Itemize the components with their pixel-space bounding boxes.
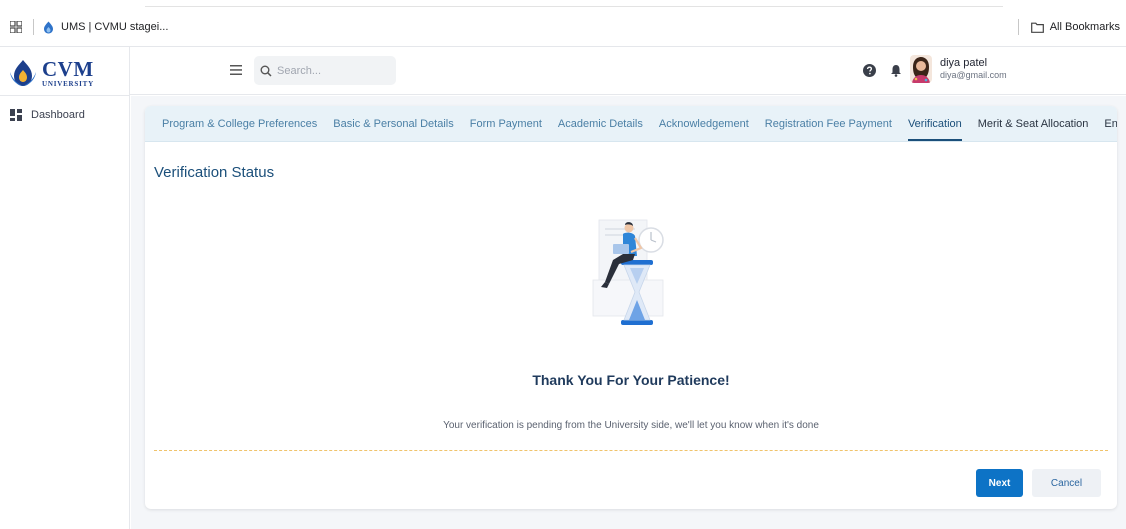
sidebar-divider: [0, 95, 130, 96]
verification-card: Program & College Preferences Basic & Pe…: [145, 106, 1117, 509]
bookmark-ums[interactable]: UMS | CVMU stagei...: [42, 17, 168, 37]
logo-subtext: UNIVERSITY: [42, 79, 94, 88]
dashboard-icon: [10, 109, 22, 121]
tab-academic-details[interactable]: Academic Details: [550, 106, 651, 142]
avatar[interactable]: [910, 55, 932, 83]
main-area: Program & College Preferences Basic & Pe…: [131, 96, 1126, 529]
bookmarks-separator: [33, 19, 34, 35]
tab-verification[interactable]: Verification: [900, 106, 970, 142]
bookmarks-right-separator: [1017, 19, 1019, 35]
help-icon[interactable]: [863, 64, 876, 77]
browser-topline: [145, 6, 1003, 7]
pending-message: Your verification is pending from the Un…: [443, 420, 819, 431]
bookmark-label: UMS | CVMU stagei...: [61, 21, 169, 33]
top-header: diya patel diya@gmail.com: [130, 47, 1126, 95]
tab-form-payment[interactable]: Form Payment: [462, 106, 550, 142]
thank-you-heading: Thank You For Your Patience!: [532, 372, 730, 388]
step-tabs: Program & College Preferences Basic & Pe…: [145, 106, 1117, 142]
tab-merit-seat-allocation[interactable]: Merit & Seat Allocation: [970, 106, 1097, 142]
all-bookmarks-label: All Bookmarks: [1049, 21, 1120, 33]
university-logo[interactable]: CVM UNIVERSITY: [8, 55, 120, 91]
user-email: diya@gmail.com: [940, 70, 1007, 81]
apps-grid-icon[interactable]: [10, 21, 22, 33]
dotted-divider: [154, 450, 1108, 451]
sidebar: CVM UNIVERSITY Dashboard: [0, 47, 130, 529]
page-title: Verification Status: [154, 164, 275, 181]
next-button[interactable]: Next: [976, 469, 1023, 497]
search-icon: [260, 65, 272, 77]
avatar-image: [910, 55, 932, 83]
search-box[interactable]: [254, 56, 396, 85]
cancel-button[interactable]: Cancel: [1032, 469, 1101, 497]
tab-program-college-preferences[interactable]: Program & College Preferences: [154, 106, 325, 142]
flame-favicon-icon: [44, 21, 53, 33]
tab-basic-personal-details[interactable]: Basic & Personal Details: [325, 106, 461, 142]
user-name: diya patel: [940, 57, 988, 69]
bookmarks-bar: UMS | CVMU stagei... All Bookmarks: [0, 0, 1126, 47]
all-bookmarks[interactable]: All Bookmarks: [1017, 17, 1120, 37]
folder-icon: [1030, 22, 1044, 33]
bell-icon[interactable]: [890, 64, 902, 77]
tab-registration-fee-payment[interactable]: Registration Fee Payment: [757, 106, 900, 142]
sidebar-item-dashboard[interactable]: Dashboard: [10, 109, 85, 121]
user-info[interactable]: diya patel diya@gmail.com: [940, 57, 1007, 81]
hamburger-menu-icon[interactable]: [230, 65, 242, 75]
logo-text: CVM: [42, 56, 94, 81]
waiting-hourglass-illustration: [592, 219, 664, 325]
tab-enrollment[interactable]: Enrollment: [1096, 106, 1117, 142]
sidebar-item-label: Dashboard: [31, 109, 85, 121]
search-input[interactable]: [277, 64, 387, 77]
tab-acknowledgement[interactable]: Acknowledgement: [651, 106, 757, 142]
logo-emblem-icon: [10, 60, 36, 86]
